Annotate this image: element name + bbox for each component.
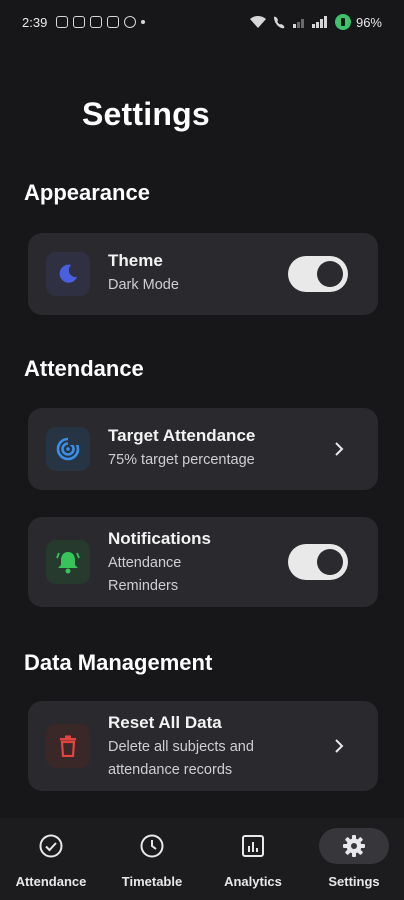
target-icon — [56, 436, 81, 461]
status-left: 2:39 — [22, 14, 146, 30]
reset-title: Reset All Data — [108, 713, 222, 732]
notifications-icon-box — [46, 540, 90, 584]
gear-icon — [343, 835, 365, 857]
clock-icon — [140, 834, 164, 858]
theme-text: Theme Dark Mode — [108, 251, 179, 297]
bottom-navigation: Attendance Timetable Analytics Settings — [0, 818, 404, 900]
moon-icon — [59, 264, 77, 283]
nav-icon-wrap — [124, 828, 180, 864]
target-text: Target Attendance 75% target percentage — [108, 426, 255, 472]
chevron-right-icon — [332, 442, 346, 456]
nav-icon-wrap-active — [319, 828, 389, 864]
target-title: Target Attendance — [108, 426, 256, 445]
analytics-icon — [242, 835, 264, 857]
page-title: Settings — [82, 96, 210, 132]
nav-timetable-label: Timetable — [121, 874, 183, 889]
call-icon — [273, 16, 285, 29]
check-circle-icon — [39, 834, 63, 858]
theme-icon-box — [46, 252, 90, 296]
reset-icon-box — [46, 724, 90, 768]
nav-analytics[interactable]: Analytics — [208, 828, 298, 892]
bell-icon — [56, 552, 80, 574]
nav-settings[interactable]: Settings — [309, 828, 399, 892]
theme-title: Theme — [108, 251, 163, 270]
status-time: 2:39 — [22, 14, 48, 30]
chat-icon — [124, 16, 137, 28]
notification-icon — [73, 16, 86, 28]
reset-subtitle-line2: attendance records — [108, 762, 233, 778]
nav-icon-wrap — [23, 828, 79, 864]
toggle-knob — [317, 261, 343, 287]
nav-timetable[interactable]: Timetable — [107, 828, 197, 892]
notification-icon — [56, 16, 69, 28]
section-data-management-title: Data Management — [24, 650, 213, 675]
nav-analytics-label: Analytics — [224, 874, 282, 889]
signal-icon — [292, 19, 304, 28]
theme-toggle[interactable] — [288, 256, 348, 292]
theme-card[interactable]: Theme Dark Mode — [28, 233, 378, 315]
section-attendance-title: Attendance — [24, 356, 144, 381]
chevron-right-icon — [332, 739, 346, 753]
status-bar: 2:39 96% — [0, 0, 404, 44]
target-subtitle: 75% target percentage — [108, 452, 255, 468]
more-notifications-icon — [141, 20, 146, 24]
nav-attendance[interactable]: Attendance — [6, 828, 96, 892]
notifications-subtitle-line2: Reminders — [108, 578, 179, 594]
toggle-knob — [317, 549, 343, 575]
target-icon-box — [46, 427, 90, 471]
reset-text: Reset All Data Delete all subjects and a… — [108, 713, 254, 782]
section-appearance-title: Appearance — [24, 180, 150, 205]
notifications-toggle[interactable] — [288, 544, 348, 580]
nav-attendance-label: Attendance — [15, 874, 87, 889]
trash-icon — [60, 735, 76, 757]
battery-level: 96% — [355, 14, 382, 30]
notifications-subtitle-line1: Attendance — [108, 555, 182, 571]
wifi-icon — [249, 15, 266, 28]
signal-icon — [311, 16, 327, 28]
reset-data-card[interactable]: Reset All Data Delete all subjects and a… — [28, 701, 378, 791]
nav-icon-wrap — [225, 828, 281, 864]
notifications-text: Notifications Attendance Reminders — [108, 529, 211, 598]
nav-settings-label: Settings — [328, 874, 380, 889]
battery-icon — [334, 14, 351, 30]
notification-icon — [90, 16, 103, 28]
theme-subtitle: Dark Mode — [108, 277, 179, 293]
target-attendance-card[interactable]: Target Attendance 75% target percentage — [28, 408, 378, 490]
notifications-card[interactable]: Notifications Attendance Reminders — [28, 517, 378, 607]
status-right: 96% — [249, 14, 382, 30]
settings-screen: 2:39 96% Settings Appearance Theme Dark … — [0, 0, 404, 900]
notifications-title: Notifications — [108, 529, 211, 548]
reset-subtitle-line1: Delete all subjects and — [108, 739, 254, 755]
notification-icon — [107, 16, 120, 28]
